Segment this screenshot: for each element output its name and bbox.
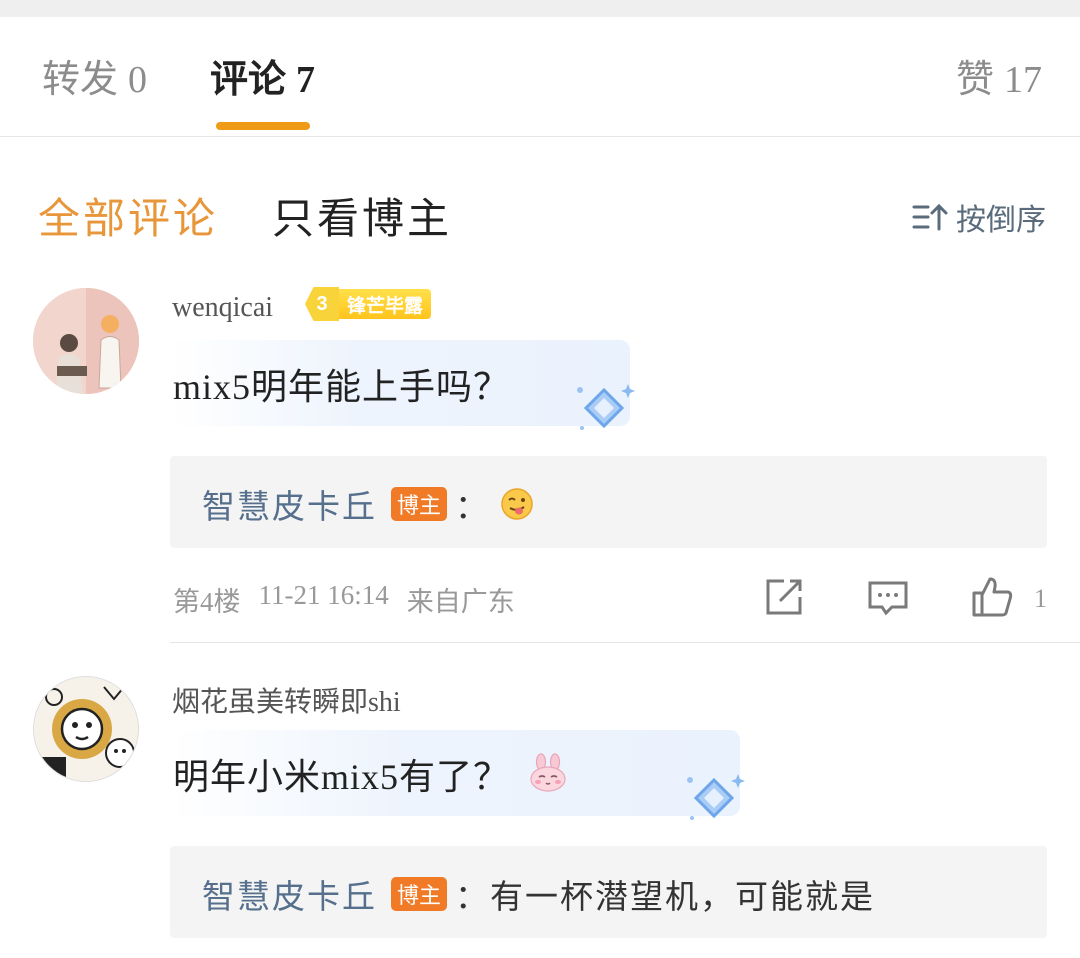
reply-author[interactable]: 智慧皮卡丘 [202,870,377,918]
owner-badge: 博主 [391,487,447,521]
sort-button[interactable]: 按倒序 [912,195,1046,239]
tab-comments-label: 评论 [210,59,287,101]
level-name: 锋芒毕露 [339,289,432,319]
filter-all-comments[interactable]: 全部评论 [38,185,218,246]
avatar[interactable] [33,288,139,394]
diamond-icon [687,774,745,820]
top-strip [0,0,1080,17]
tongue-emoji-icon [501,488,533,520]
thumbs-up-icon[interactable] [970,575,1014,619]
sort-label: 按倒序 [956,203,1046,238]
comment-time: 11-21 16:14 [258,580,389,610]
diamond-icon [577,384,635,430]
user-level-badge: 3 锋芒毕露 [305,286,432,322]
comment-text[interactable]: 明年小米mix5有了？ [173,748,570,800]
comment-username[interactable]: 烟花虽美转瞬即shi [172,680,401,720]
comment-username[interactable]: wenqicai [172,292,273,324]
reply-separator: ： [455,490,490,526]
tab-repost[interactable]: 转发 0 [42,57,147,103]
avatar-illustration [33,288,139,394]
reply-author[interactable]: 智慧皮卡丘 [202,480,377,528]
owner-reply-box[interactable]: 智慧皮卡丘 博主 ： 有一杯潜望机，可能就是 [170,846,1047,938]
tab-repost-count: 0 [128,59,148,101]
active-tab-indicator [216,122,310,130]
avatar-illustration [34,677,138,781]
owner-reply-box[interactable]: 智慧皮卡丘 博主 ： [170,456,1047,548]
comment-divider [170,642,1080,643]
tab-likes-count: 17 [1004,59,1042,101]
comment-text[interactable]: mix5明年能上手吗？ [173,358,510,410]
floor-number: 第4楼 [173,587,241,617]
owner-badge: 博主 [391,877,447,911]
comment-text-body: 明年小米mix5有了？ [173,757,511,797]
tab-comments[interactable]: 评论 7 [210,57,315,103]
comment-icon[interactable] [866,575,910,619]
sort-icon [912,203,948,231]
tab-bar: 转发 0 评论 7 赞 17 [0,17,1080,137]
tab-likes-label: 赞 [955,59,994,101]
comment-filter-bar: 全部评论 只看博主 按倒序 [0,185,1080,245]
share-icon[interactable] [762,575,806,619]
tab-repost-label: 转发 [42,59,119,101]
level-number: 3 [305,287,339,321]
comment-meta: 第4楼 11-21 16:14 来自广东 [173,580,515,619]
tab-comments-count: 7 [296,59,316,101]
bunny-emoji-icon [530,753,566,792]
filter-owner-only[interactable]: 只看博主 [272,185,452,246]
like-count: 1 [1034,584,1047,613]
tab-likes[interactable]: 赞 17 [956,57,1042,103]
reply-text: 有一杯潜望机，可能就是 [490,880,875,916]
avatar[interactable] [33,676,139,782]
reply-separator: ： [455,880,490,916]
comment-location: 来自广东 [406,587,515,617]
